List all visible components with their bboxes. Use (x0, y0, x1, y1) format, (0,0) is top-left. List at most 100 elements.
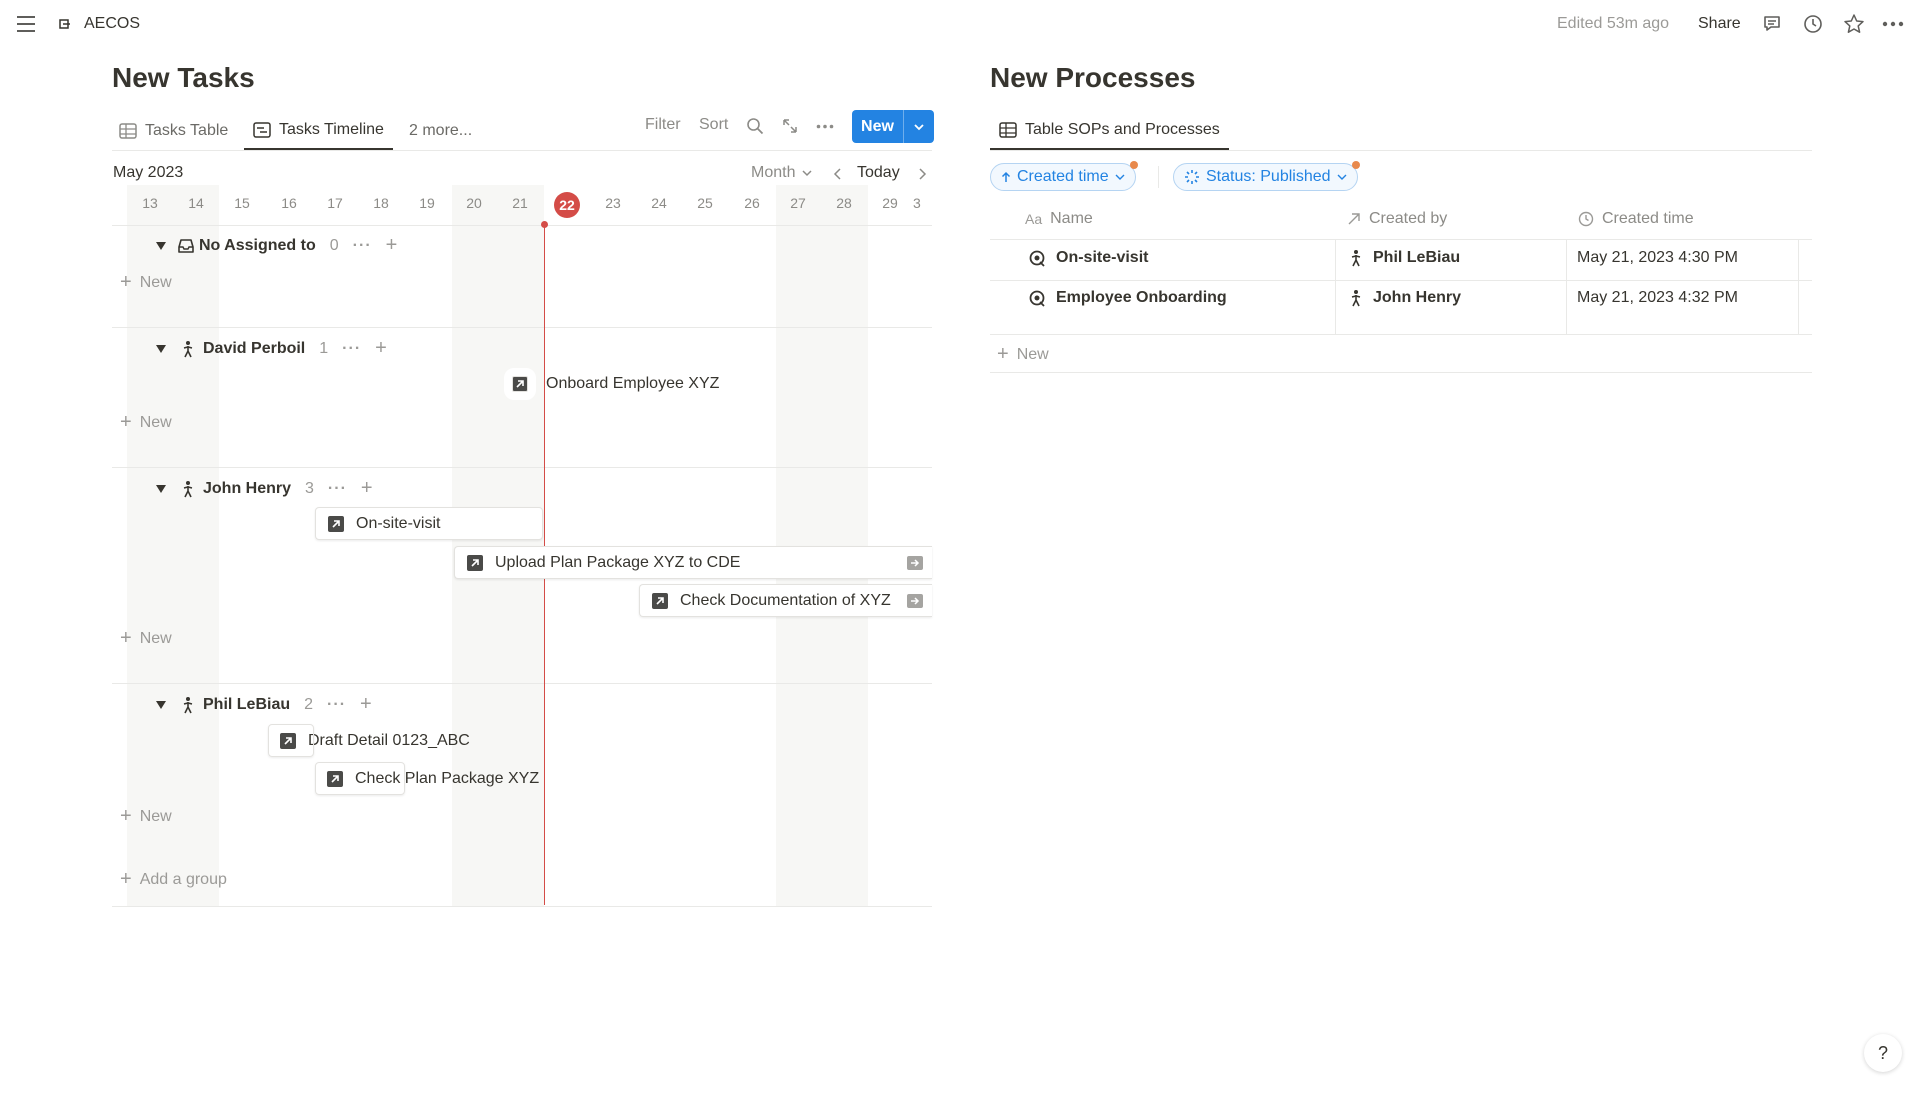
new-task-row[interactable]: + New (120, 627, 172, 650)
table-cell-created-by[interactable]: Phil LeBiau (1349, 249, 1460, 267)
new-button-label: New (852, 110, 904, 143)
day-label: 19 (419, 195, 435, 211)
column-header-created-by[interactable]: Created by (1347, 210, 1447, 228)
link-icon (467, 554, 483, 571)
table-icon (119, 123, 137, 139)
top-bar: AECOS Edited 53m ago Share (0, 0, 1920, 48)
text-type-icon: Aa (1025, 211, 1043, 227)
day-label: 3 (913, 195, 921, 211)
day-label: 29 (882, 195, 898, 211)
day-label: 18 (373, 195, 389, 211)
plus-icon: + (120, 868, 132, 890)
column-header-name[interactable]: Aa Name (1025, 210, 1093, 228)
workspace-name[interactable]: AECOS (84, 15, 140, 33)
new-task-button[interactable]: New (852, 110, 934, 143)
tab-tasks-timeline[interactable]: Tasks Timeline (244, 112, 393, 150)
filter-button[interactable]: Filter (645, 116, 681, 134)
table-row-name[interactable]: On-site-visit (1028, 249, 1148, 267)
filter-created-time[interactable]: Created time (990, 161, 1138, 191)
expand-icon[interactable] (782, 118, 798, 134)
timeline-month-label: May 2023 (113, 164, 184, 181)
triangle-down-icon[interactable] (155, 344, 167, 354)
filter-status-published[interactable]: Status: Published (1173, 161, 1360, 191)
task-card-on-site-visit[interactable]: On-site-visit (315, 507, 543, 540)
task-card-onboard-employee[interactable]: Onboard Employee XYZ (500, 367, 740, 400)
today-line-dot (541, 221, 548, 228)
sort-button[interactable]: Sort (699, 116, 728, 134)
group-header-unassigned[interactable]: No Assigned to 0 ··· + (155, 234, 397, 257)
group-more-icon[interactable]: ··· (327, 696, 346, 714)
group-more-icon[interactable]: ··· (328, 480, 347, 498)
tab-table-sops[interactable]: Table SOPs and Processes (990, 112, 1229, 150)
chevron-down-icon[interactable] (904, 123, 934, 131)
day-label: 13 (142, 195, 158, 211)
arrow-right-icon[interactable] (907, 556, 923, 570)
table-cell-created-time: May 21, 2023 4:32 PM (1577, 289, 1738, 307)
group-add-icon[interactable]: + (361, 477, 373, 500)
column-label: Created by (1369, 210, 1448, 227)
scale-label: Month (751, 164, 796, 181)
group-name: Phil LeBiau (203, 695, 291, 713)
table-icon (999, 122, 1017, 138)
task-card-upload-plan-package[interactable]: Upload Plan Package XYZ to CDE (454, 546, 932, 579)
day-label: 25 (697, 195, 713, 211)
add-group-button[interactable]: + Add a group (120, 868, 227, 891)
workspace-icon (58, 17, 72, 31)
more-icon[interactable] (1882, 21, 1904, 27)
group-more-icon[interactable]: ··· (353, 237, 372, 255)
triangle-down-icon[interactable] (155, 700, 167, 710)
tab-label: Table SOPs and Processes (1025, 121, 1220, 138)
help-label: ? (1877, 1042, 1888, 1063)
new-process-row[interactable]: + New (997, 343, 1049, 366)
table-row-name[interactable]: Employee Onboarding (1028, 289, 1227, 307)
comment-icon[interactable] (1762, 14, 1782, 34)
loading-icon (1184, 169, 1200, 185)
star-icon[interactable] (1843, 13, 1865, 35)
arrow-right-icon[interactable] (907, 594, 923, 608)
person-icon (181, 696, 195, 714)
help-button[interactable]: ? (1864, 1034, 1902, 1072)
table-cell-created-by[interactable]: John Henry (1349, 289, 1461, 307)
chevron-right-icon[interactable] (917, 167, 927, 181)
more-options-icon[interactable] (816, 124, 834, 129)
column-header-created-time[interactable]: Created time (1578, 210, 1694, 228)
day-label: 24 (651, 195, 667, 211)
tab-label: 2 more... (409, 122, 473, 139)
triangle-down-icon[interactable] (155, 484, 167, 494)
new-task-row[interactable]: + New (120, 805, 172, 828)
new-task-row[interactable]: + New (120, 271, 172, 294)
group-name: David Perboil (203, 339, 306, 357)
group-count: 1 (319, 339, 329, 357)
task-card-check-plan-package-bar (315, 762, 405, 795)
clock-icon[interactable] (1803, 14, 1823, 34)
scale-selector[interactable]: Month (751, 164, 813, 182)
edited-status: Edited 53m ago (1557, 15, 1670, 32)
task-card-check-documentation[interactable]: Check Documentation of XYZ (639, 584, 932, 617)
new-task-row[interactable]: + New (120, 411, 172, 434)
filter-active-dot (1351, 161, 1360, 169)
group-add-icon[interactable]: + (386, 234, 398, 257)
chevron-down-icon (1115, 174, 1125, 181)
share-button[interactable]: Share (1698, 15, 1741, 33)
group-add-icon[interactable]: + (375, 337, 387, 360)
clock-icon (1578, 211, 1594, 227)
search-icon[interactable] (746, 117, 764, 135)
link-icon (652, 592, 668, 609)
tab-more-views[interactable]: 2 more... (409, 112, 472, 150)
chevron-left-icon[interactable] (833, 167, 843, 181)
add-group-label: Add a group (139, 870, 227, 888)
triangle-down-icon[interactable] (155, 241, 167, 251)
group-add-icon[interactable]: + (360, 693, 372, 716)
group-header-john-henry[interactable]: John Henry 3 ··· + (155, 477, 373, 500)
group-header-david-perboil[interactable]: David Perboil 1 ··· + (155, 337, 387, 360)
menu-icon[interactable] (16, 15, 36, 33)
plus-icon: + (120, 627, 132, 649)
group-more-icon[interactable]: ··· (342, 340, 361, 358)
group-header-phil-lebiau[interactable]: Phil LeBiau 2 ··· + (155, 693, 372, 716)
new-label: New (139, 629, 172, 647)
tab-tasks-table[interactable]: Tasks Table (119, 112, 228, 150)
day-label: 16 (281, 195, 297, 211)
column-label: Created time (1602, 210, 1694, 227)
today-button[interactable]: Today (857, 164, 900, 182)
filter-label: Status: Published (1206, 168, 1331, 185)
